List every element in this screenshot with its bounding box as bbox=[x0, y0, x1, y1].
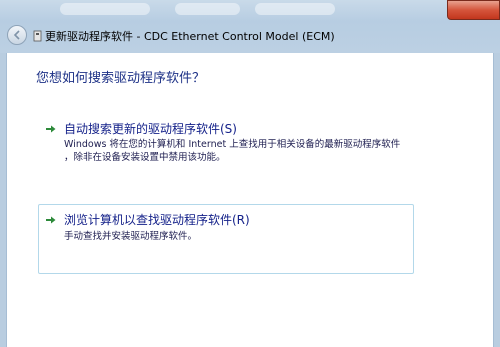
device-icon bbox=[33, 30, 42, 42]
option-title: 自动搜索更新的驱动程序软件(S) bbox=[64, 122, 237, 136]
window-title: 更新驱动程序软件 - CDC Ethernet Control Model (E… bbox=[45, 30, 335, 43]
browse-computer-option[interactable]: 浏览计算机以查找驱动程序软件(R) 手动查找并安装驱动程序软件。 bbox=[38, 204, 414, 274]
auto-search-option[interactable]: 自动搜索更新的驱动程序软件(S) Windows 将在您的计算机和 Intern… bbox=[38, 116, 414, 172]
option-description: 手动查找并安装驱动程序软件。 bbox=[64, 231, 198, 242]
option-description: Windows 将在您的计算机和 Internet 上查找用于相关设备的最新驱动… bbox=[64, 139, 401, 163]
blurred-background bbox=[255, 3, 335, 15]
title-bar: 更新驱动程序软件 - CDC Ethernet Control Model (E… bbox=[0, 0, 500, 53]
blurred-background bbox=[60, 3, 150, 15]
blurred-background bbox=[175, 3, 240, 15]
close-button[interactable] bbox=[447, 0, 500, 20]
back-button[interactable] bbox=[7, 25, 27, 45]
green-arrow-icon bbox=[46, 216, 56, 224]
page-heading: 您想如何搜索驱动程序软件？ bbox=[36, 71, 206, 86]
back-arrow-icon bbox=[13, 30, 20, 40]
green-arrow-icon bbox=[46, 125, 56, 133]
option-title: 浏览计算机以查找驱动程序软件(R) bbox=[64, 213, 250, 227]
wizard-content: 您想如何搜索驱动程序软件？ 自动搜索更新的驱动程序软件(S) Windows 将… bbox=[6, 53, 494, 347]
